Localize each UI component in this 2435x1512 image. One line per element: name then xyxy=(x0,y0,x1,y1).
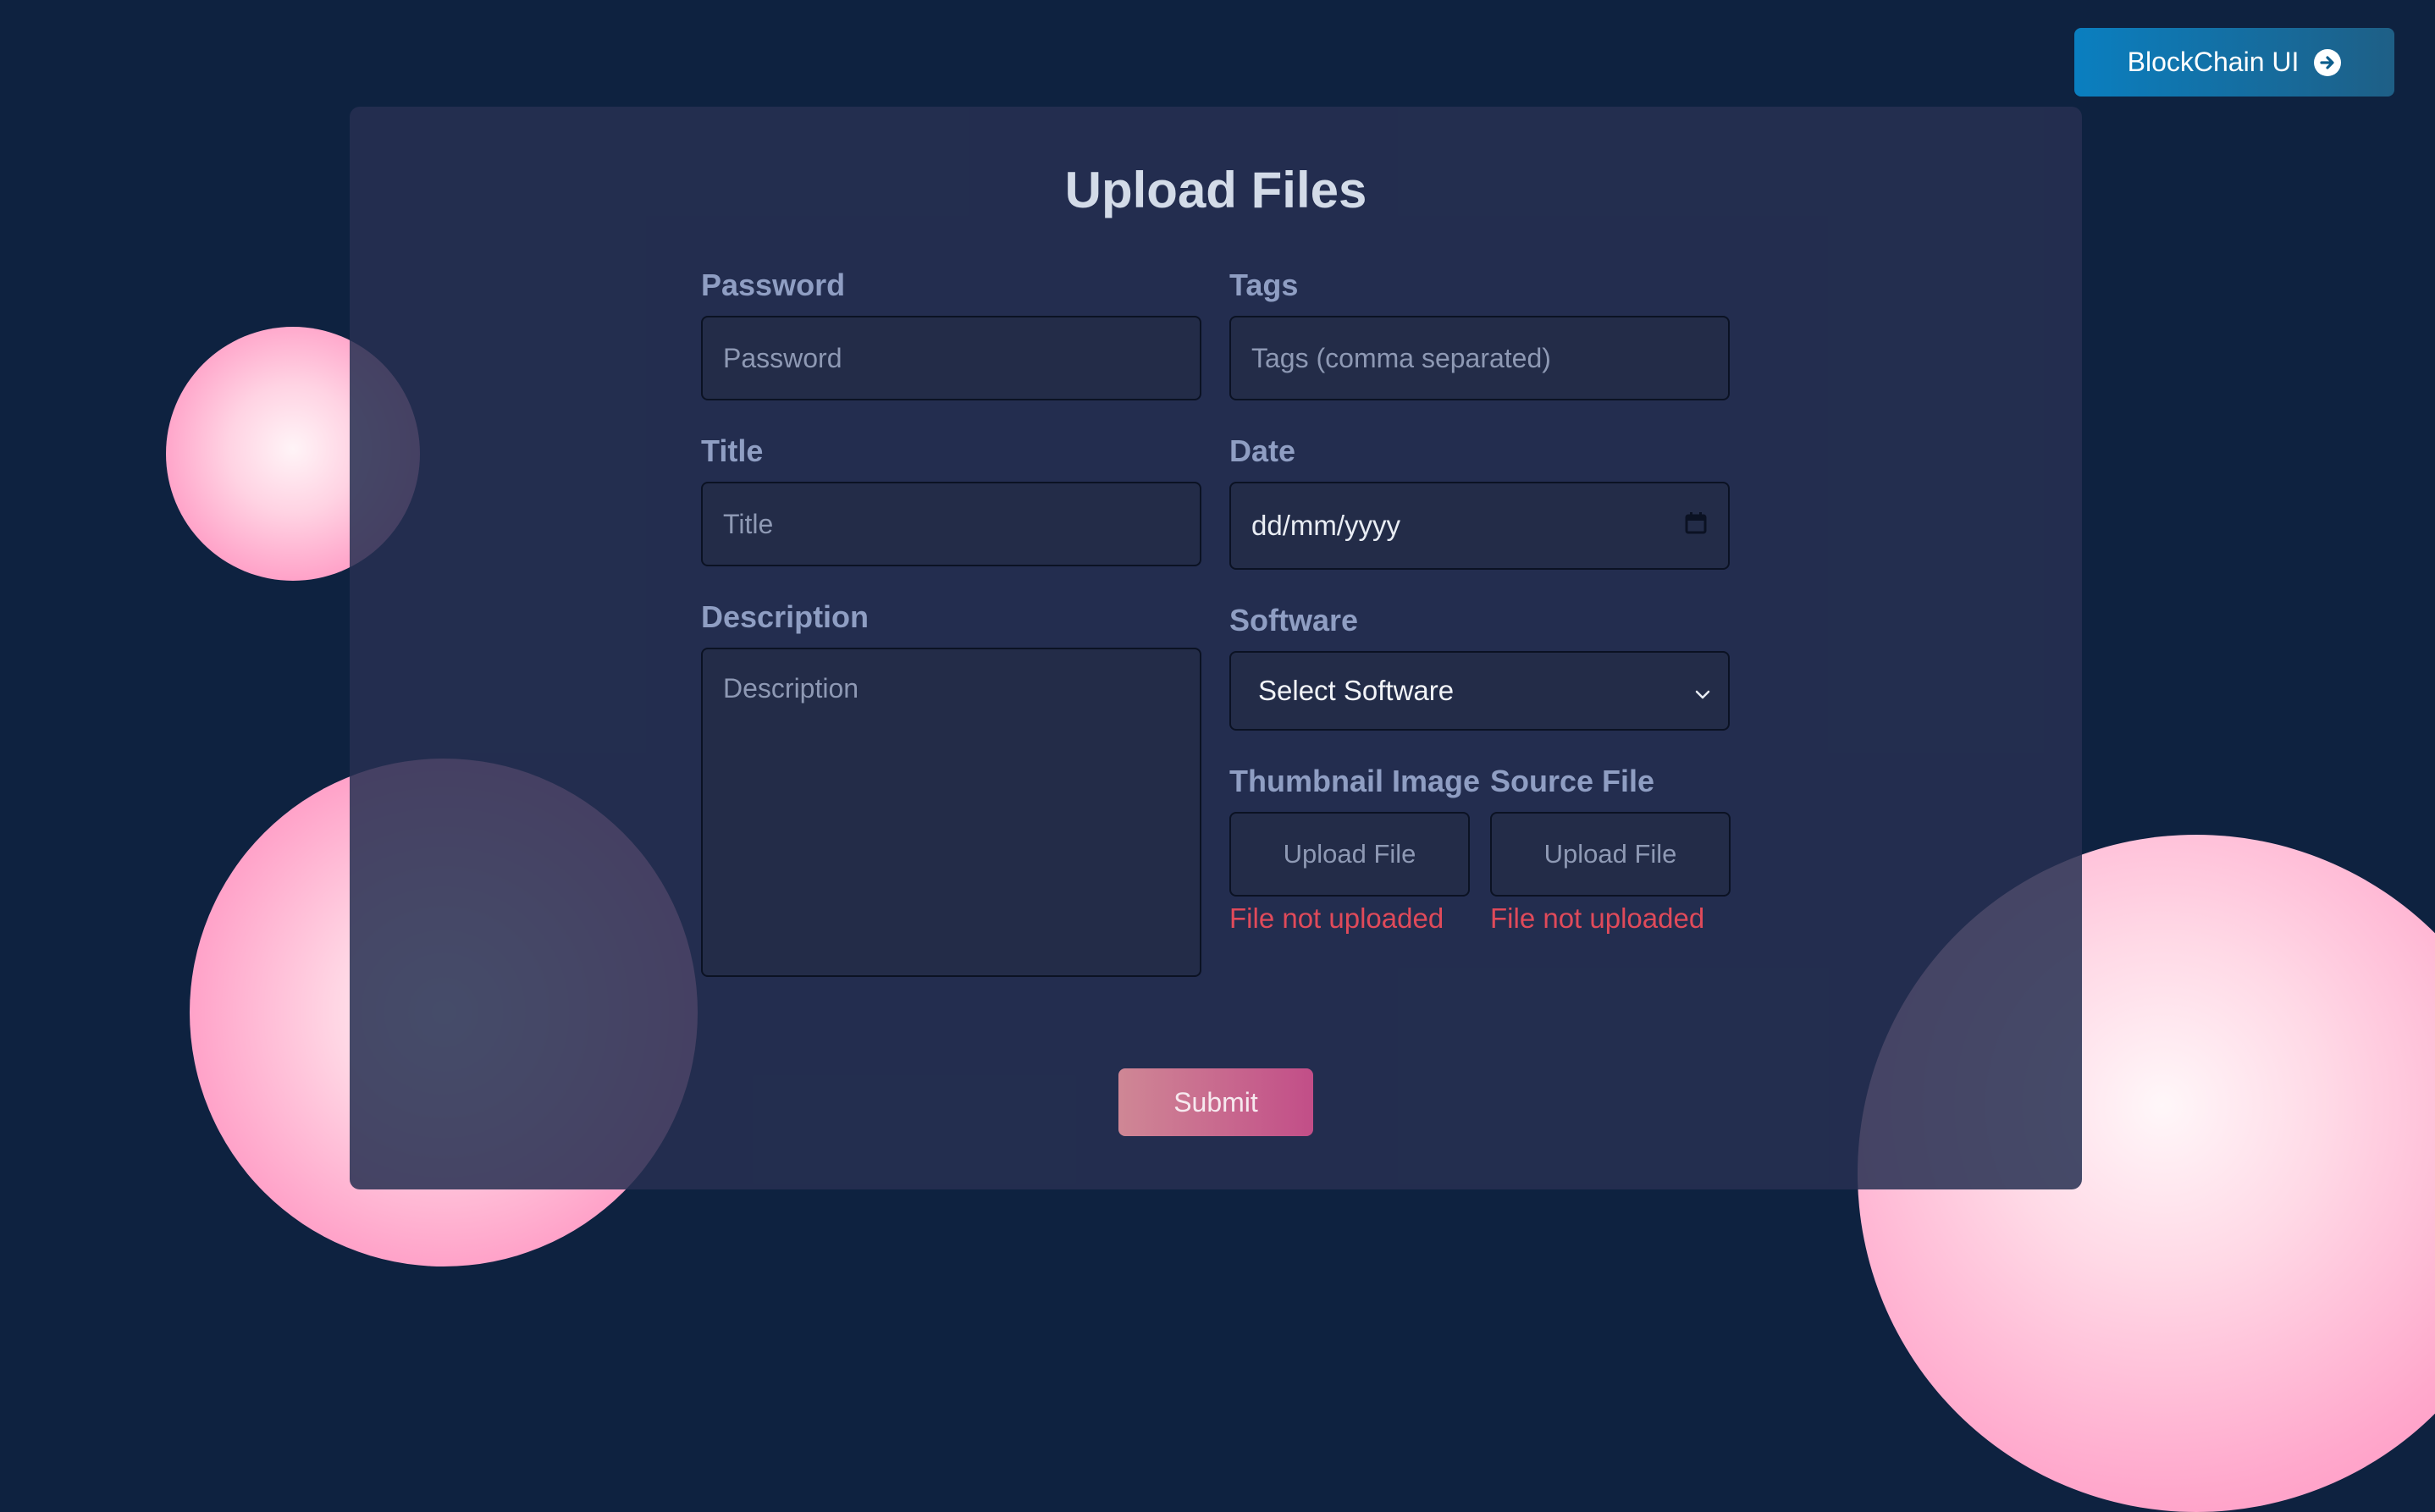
source-file-upload-button[interactable]: Upload File xyxy=(1490,812,1731,897)
calendar-icon[interactable] xyxy=(1684,510,1708,542)
date-label: Date xyxy=(1229,433,1296,468)
thumbnail-upload-button[interactable]: Upload File xyxy=(1229,812,1470,897)
thumbnail-status: File not uploaded xyxy=(1229,902,1444,934)
blockchain-ui-label: BlockChain UI xyxy=(2127,47,2300,77)
password-label: Password xyxy=(701,268,846,302)
submit-button[interactable]: Submit xyxy=(1118,1068,1313,1136)
software-label: Software xyxy=(1229,603,1359,637)
description-label: Description xyxy=(701,599,870,634)
blockchain-ui-button[interactable]: BlockChain UI xyxy=(2074,28,2394,97)
software-select[interactable]: Select Software xyxy=(1229,651,1730,731)
upload-form-card: Upload Files Password Tags Title Date dd… xyxy=(350,107,2082,1189)
arrow-right-circle-icon xyxy=(2314,48,2342,76)
source-file-status: File not uploaded xyxy=(1490,902,1705,934)
page-title: Upload Files xyxy=(1064,162,1367,218)
description-textarea[interactable] xyxy=(701,648,1201,977)
date-input[interactable]: dd/mm/yyyy xyxy=(1229,482,1730,570)
date-value: dd/mm/yyyy xyxy=(1251,510,1401,541)
password-input[interactable] xyxy=(701,316,1201,400)
title-input[interactable] xyxy=(701,482,1201,566)
chevron-down-icon xyxy=(1694,676,1711,707)
title-label: Title xyxy=(701,433,764,468)
source-file-label: Source File xyxy=(1490,764,1655,798)
thumbnail-label: Thumbnail Image xyxy=(1229,764,1481,798)
tags-label: Tags xyxy=(1229,268,1299,302)
tags-input[interactable] xyxy=(1229,316,1730,400)
software-selected-value: Select Software xyxy=(1258,675,1455,706)
